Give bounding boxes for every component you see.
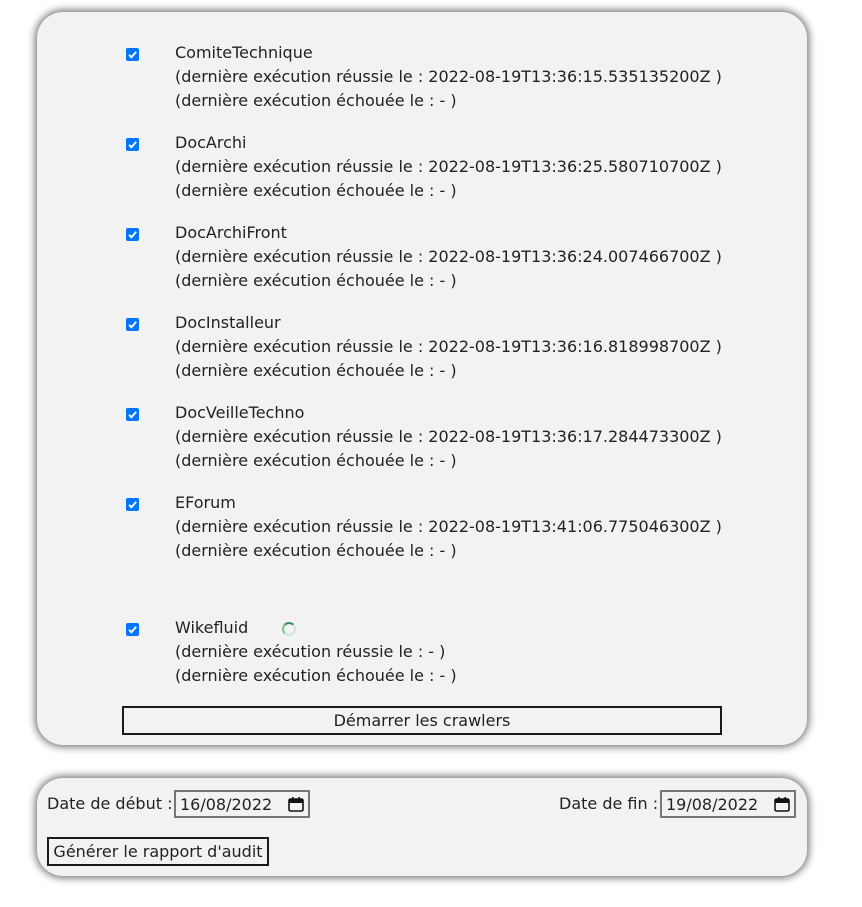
crawler-last-success: (dernière exécution réussie le : 2022-08…: [175, 517, 722, 536]
checkbox-checked-icon: [126, 138, 139, 151]
crawler-name: ComiteTechnique: [175, 43, 313, 62]
crawler-name: EForum: [175, 493, 236, 512]
checkbox-checked-icon: [126, 408, 139, 421]
crawler-last-failure: (dernière exécution échouée le : - ): [175, 451, 457, 470]
crawler-last-success: (dernière exécution réussie le : 2022-08…: [175, 157, 722, 176]
crawler-checkbox[interactable]: [125, 137, 140, 152]
crawler-last-success: (dernière exécution réussie le : 2022-08…: [175, 67, 722, 86]
crawler-checkbox[interactable]: [125, 622, 140, 637]
crawler-name: DocArchi: [175, 133, 247, 152]
end-date-value: 19/08/2022: [666, 795, 759, 814]
crawler-checkbox[interactable]: [125, 47, 140, 62]
checkbox-checked-icon: [126, 318, 139, 331]
crawler-name: Wikefluid: [175, 618, 249, 637]
checkbox-checked-icon: [126, 228, 139, 241]
crawler-last-failure: (dernière exécution échouée le : - ): [175, 271, 457, 290]
checkbox-checked-icon: [126, 48, 139, 61]
crawler-checkbox[interactable]: [125, 407, 140, 422]
start-date-value: 16/08/2022: [180, 795, 273, 814]
calendar-icon[interactable]: [288, 797, 304, 812]
crawler-item: ComiteTechnique (dernière exécution réus…: [37, 41, 807, 113]
checkbox-checked-icon: [126, 498, 139, 511]
calendar-icon[interactable]: [774, 797, 790, 812]
crawler-last-failure: (dernière exécution échouée le : - ): [175, 361, 457, 380]
crawler-checkbox[interactable]: [125, 317, 140, 332]
crawler-last-failure: (dernière exécution échouée le : - ): [175, 666, 457, 685]
crawler-last-failure: (dernière exécution échouée le : - ): [175, 181, 457, 200]
crawler-last-success: (dernière exécution réussie le : - ): [175, 642, 446, 661]
crawler-name: DocArchiFront: [175, 223, 287, 242]
crawler-last-success: (dernière exécution réussie le : 2022-08…: [175, 247, 722, 266]
crawler-name: DocVeilleTechno: [175, 403, 305, 422]
crawler-item: DocInstalleur (dernière exécution réussi…: [37, 311, 807, 383]
end-date-label: Date de fin :: [559, 794, 659, 813]
crawler-item: EForum (dernière exécution réussie le : …: [37, 491, 807, 563]
start-date-input[interactable]: 16/08/2022: [174, 790, 310, 818]
crawler-item: DocVeilleTechno (dernière exécution réus…: [37, 401, 807, 473]
crawler-item: DocArchiFront (dernière exécution réussi…: [37, 221, 807, 293]
crawler-item: DocArchi (dernière exécution réussie le …: [37, 131, 807, 203]
start-crawlers-button[interactable]: Démarrer les crawlers: [122, 706, 722, 735]
crawler-item: Wikefluid (dernière exécution réussie le…: [37, 616, 807, 688]
crawler-last-success: (dernière exécution réussie le : 2022-08…: [175, 337, 722, 356]
crawler-checkbox[interactable]: [125, 497, 140, 512]
audit-panel: Date de début : 16/08/2022 Date de fin :…: [37, 778, 807, 876]
checkbox-checked-icon: [126, 623, 139, 636]
crawler-last-failure: (dernière exécution échouée le : - ): [175, 541, 457, 560]
start-date-label: Date de début :: [47, 794, 173, 813]
crawler-checkbox[interactable]: [125, 227, 140, 242]
crawler-name: DocInstalleur: [175, 313, 281, 332]
crawler-last-success: (dernière exécution réussie le : 2022-08…: [175, 427, 722, 446]
end-date-input[interactable]: 19/08/2022: [660, 790, 796, 818]
loading-spinner-icon: [282, 622, 296, 636]
crawlers-panel: ComiteTechnique (dernière exécution réus…: [37, 12, 807, 745]
generate-audit-report-button[interactable]: Générer le rapport d'audit: [47, 837, 269, 866]
crawler-last-failure: (dernière exécution échouée le : - ): [175, 91, 457, 110]
